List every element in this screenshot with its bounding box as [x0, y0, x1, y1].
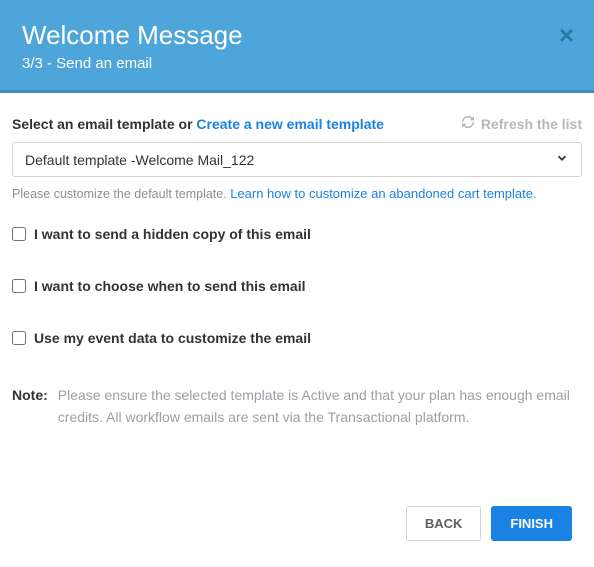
back-button[interactable]: BACK [406, 506, 482, 541]
template-hint-text: Please customize the default template. [12, 187, 230, 201]
event-data-label: Use my event data to customize the email [34, 330, 311, 346]
hidden-copy-checkbox[interactable] [12, 227, 26, 241]
refresh-icon [461, 115, 475, 132]
close-button[interactable]: × [559, 22, 574, 48]
step-subtitle: 3/3 - Send an email [22, 55, 572, 72]
refresh-label: Refresh the list [481, 116, 582, 132]
note-text: Please ensure the selected template is A… [58, 384, 582, 429]
template-hint: Please customize the default template. L… [12, 185, 582, 204]
create-template-link[interactable]: Create a new email template [196, 116, 384, 132]
close-icon: × [559, 20, 574, 50]
page-title: Welcome Message [22, 20, 572, 51]
hidden-copy-option[interactable]: I want to send a hidden copy of this ema… [12, 226, 582, 242]
modal-footer: BACK FINISH [384, 490, 594, 557]
choose-when-label: I want to choose when to send this email [34, 278, 305, 294]
template-selected-value: Default template -Welcome Mail_122 [25, 152, 254, 168]
options-group: I want to send a hidden copy of this ema… [12, 226, 582, 346]
modal-body: Select an email template or Create a new… [0, 93, 594, 440]
chevron-down-icon [555, 151, 569, 168]
finish-button[interactable]: FINISH [491, 506, 572, 541]
choose-when-checkbox[interactable] [12, 279, 26, 293]
template-row-top: Select an email template or Create a new… [12, 115, 582, 132]
customize-template-link[interactable]: Learn how to customize an abandoned cart… [230, 186, 536, 201]
modal-header: Welcome Message 3/3 - Send an email × [0, 0, 594, 93]
note-block: Note: Please ensure the selected templat… [12, 384, 582, 429]
note-label: Note: [12, 384, 48, 429]
refresh-list-button[interactable]: Refresh the list [461, 115, 582, 132]
hidden-copy-label: I want to send a hidden copy of this ema… [34, 226, 311, 242]
template-select-label: Select an email template or Create a new… [12, 116, 384, 132]
template-dropdown[interactable]: Default template -Welcome Mail_122 [12, 142, 582, 177]
event-data-option[interactable]: Use my event data to customize the email [12, 330, 582, 346]
template-select-label-text: Select an email template or [12, 116, 196, 132]
choose-when-option[interactable]: I want to choose when to send this email [12, 278, 582, 294]
event-data-checkbox[interactable] [12, 331, 26, 345]
